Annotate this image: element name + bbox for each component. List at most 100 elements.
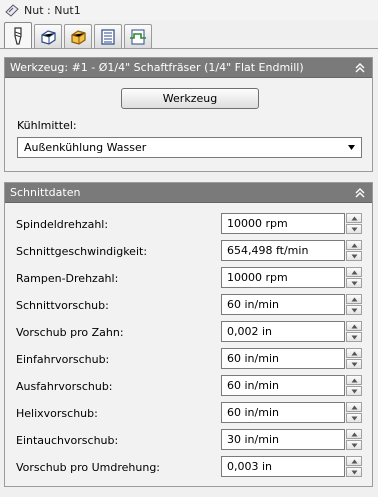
cutting-panel-title: Schnittdaten xyxy=(10,186,81,199)
param-label: Vorschub pro Zahn: xyxy=(16,326,124,339)
spin-down-button[interactable] xyxy=(346,251,362,261)
arrow-down-icon xyxy=(351,443,357,447)
tool-panel-header[interactable]: Werkzeug: #1 - Ø1/4" Schaftfräser (1/4" … xyxy=(5,58,372,78)
param-spinner[interactable] xyxy=(346,321,362,342)
tool-panel-title: Werkzeug: #1 - Ø1/4" Schaftfräser (1/4" … xyxy=(10,61,304,74)
tab-stock[interactable] xyxy=(64,24,92,48)
param-label: Ausfahrvorschub: xyxy=(16,380,113,393)
slot-feature-icon xyxy=(5,4,19,17)
arrow-down-icon xyxy=(351,254,357,258)
tab-strip xyxy=(4,22,154,48)
param-row: Einfahrvorschub: 60 in/min xyxy=(5,348,372,370)
window-title: Nut : Nut1 xyxy=(24,3,81,17)
param-row: Ausfahrvorschub: 60 in/min xyxy=(5,375,372,397)
spin-up-button[interactable] xyxy=(346,348,362,358)
tab-geometry[interactable] xyxy=(34,24,62,48)
linking-icon xyxy=(130,29,146,44)
param-label: Eintauchvorschub: xyxy=(16,434,119,447)
spin-down-button[interactable] xyxy=(346,305,362,315)
param-input[interactable]: 10000 rpm xyxy=(221,267,345,288)
param-row: Schnittgeschwindigkeit: 654,498 ft/min xyxy=(5,240,372,262)
collapse-icon[interactable] xyxy=(354,62,366,74)
param-spinner[interactable] xyxy=(346,456,362,477)
arrow-down-icon xyxy=(351,416,357,420)
param-input[interactable]: 0,002 in xyxy=(221,321,345,342)
spin-down-button[interactable] xyxy=(346,278,362,288)
box-icon xyxy=(71,29,86,45)
param-label: Schnittvorschub: xyxy=(16,299,109,312)
param-row: Vorschub pro Umdrehung: 0,003 in xyxy=(5,456,372,478)
param-row: Helixvorschub: 60 in/min xyxy=(5,402,372,424)
coolant-dropdown[interactable]: Außenkühlung Wasser xyxy=(17,137,362,158)
param-input[interactable]: 30 in/min xyxy=(221,429,345,450)
param-row: Spindeldrehzahl: 10000 rpm xyxy=(5,213,372,235)
param-spinner[interactable] xyxy=(346,213,362,234)
spin-down-button[interactable] xyxy=(346,332,362,342)
spin-up-button[interactable] xyxy=(346,429,362,439)
param-spinner[interactable] xyxy=(346,348,362,369)
spin-down-button[interactable] xyxy=(346,224,362,234)
cutting-panel-header[interactable]: Schnittdaten xyxy=(5,183,372,203)
arrow-down-icon xyxy=(351,227,357,231)
param-input[interactable]: 60 in/min xyxy=(221,375,345,396)
arrow-up-icon xyxy=(351,378,357,382)
spin-up-button[interactable] xyxy=(346,375,362,385)
param-input[interactable]: 0,003 in xyxy=(221,456,345,477)
arrow-up-icon xyxy=(351,405,357,409)
param-spinner[interactable] xyxy=(346,240,362,261)
spin-up-button[interactable] xyxy=(346,267,362,277)
spin-down-button[interactable] xyxy=(346,386,362,396)
param-input[interactable]: 60 in/min xyxy=(221,348,345,369)
arrow-up-icon xyxy=(351,270,357,274)
arrow-down-icon xyxy=(351,308,357,312)
spin-down-button[interactable] xyxy=(346,413,362,423)
spin-down-button[interactable] xyxy=(346,440,362,450)
spin-up-button[interactable] xyxy=(346,240,362,250)
param-spinner[interactable] xyxy=(346,267,362,288)
window-titlebar: Nut : Nut1 xyxy=(0,0,378,20)
tool-select-button[interactable]: Werkzeug xyxy=(121,88,259,109)
param-row: Rampen-Drehzahl: 10000 rpm xyxy=(5,267,372,289)
arrow-down-icon xyxy=(351,335,357,339)
coolant-value: Außenkühlung Wasser xyxy=(24,141,147,154)
arrow-up-icon xyxy=(351,297,357,301)
tab-divider xyxy=(0,48,378,49)
spin-up-button[interactable] xyxy=(346,321,362,331)
tab-linking[interactable] xyxy=(124,24,152,48)
spin-down-button[interactable] xyxy=(346,467,362,477)
param-row: Schnittvorschub: 60 in/min xyxy=(5,294,372,316)
arrow-down-icon xyxy=(351,281,357,285)
param-input[interactable]: 10000 rpm xyxy=(221,213,345,234)
chevron-down-icon xyxy=(348,145,355,150)
param-row: Vorschub pro Zahn: 0,002 in xyxy=(5,321,372,343)
param-label: Schnittgeschwindigkeit: xyxy=(16,245,148,258)
param-label: Spindeldrehzahl: xyxy=(16,218,109,231)
param-input[interactable]: 60 in/min xyxy=(221,402,345,423)
coolant-label: Kühlmittel: xyxy=(17,119,77,132)
arrow-down-icon xyxy=(351,470,357,474)
arrow-up-icon xyxy=(351,459,357,463)
tab-tool[interactable] xyxy=(4,22,32,48)
arrow-up-icon xyxy=(351,243,357,247)
spin-up-button[interactable] xyxy=(346,294,362,304)
param-spinner[interactable] xyxy=(346,294,362,315)
list-icon xyxy=(101,28,115,45)
collapse-icon[interactable] xyxy=(354,187,366,199)
param-label: Vorschub pro Umdrehung: xyxy=(16,461,161,474)
param-input[interactable]: 654,498 ft/min xyxy=(221,240,345,261)
arrow-up-icon xyxy=(351,324,357,328)
tab-passes[interactable] xyxy=(94,24,122,48)
cube-icon xyxy=(41,29,56,45)
spin-up-button[interactable] xyxy=(346,402,362,412)
param-spinner[interactable] xyxy=(346,402,362,423)
spin-down-button[interactable] xyxy=(346,359,362,369)
arrow-up-icon xyxy=(351,351,357,355)
param-row: Eintauchvorschub: 30 in/min xyxy=(5,429,372,451)
spin-up-button[interactable] xyxy=(346,456,362,466)
param-label: Rampen-Drehzahl: xyxy=(16,272,119,285)
param-spinner[interactable] xyxy=(346,429,362,450)
tool-panel: Werkzeug: #1 - Ø1/4" Schaftfräser (1/4" … xyxy=(4,57,373,172)
param-spinner[interactable] xyxy=(346,375,362,396)
spin-up-button[interactable] xyxy=(346,213,362,223)
param-input[interactable]: 60 in/min xyxy=(221,294,345,315)
